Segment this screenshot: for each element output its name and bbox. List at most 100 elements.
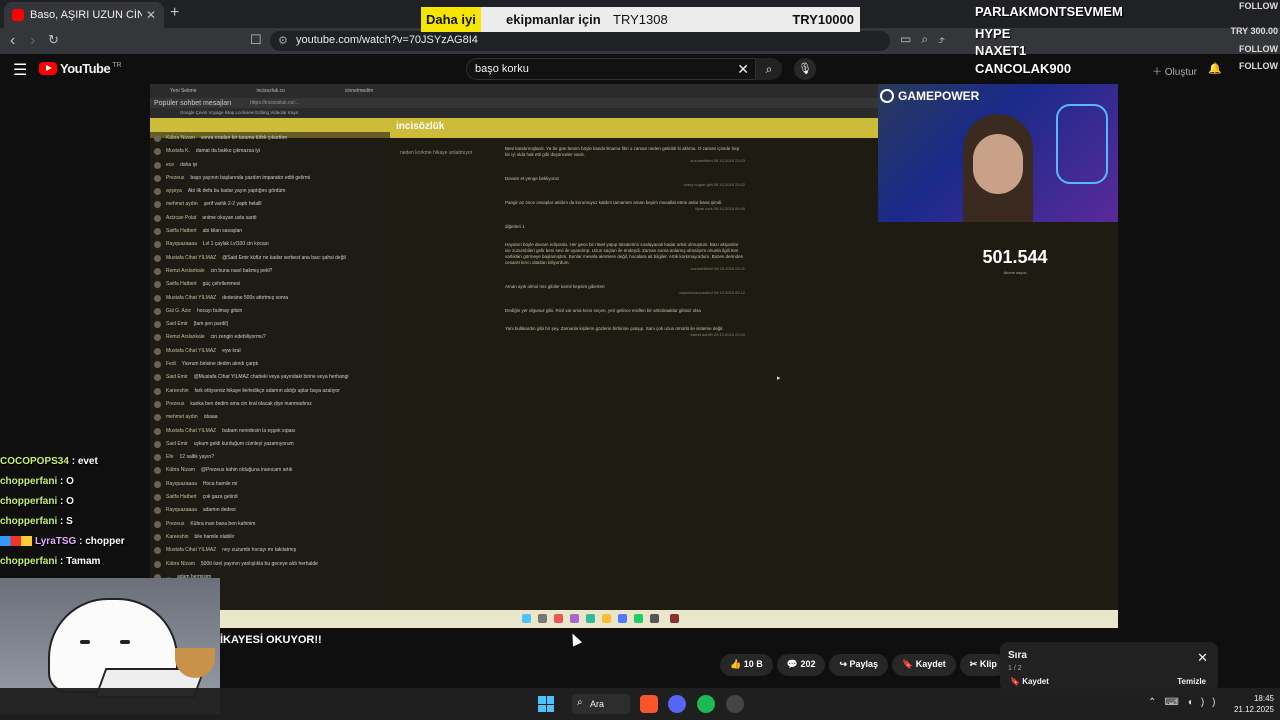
- inner-chat-text: uykum geldi kurduğum cümleyi yazamıyorum: [193, 440, 294, 447]
- share-button[interactable]: ↪ Paylaş: [829, 654, 889, 676]
- inner-chat-text: @Mustafa Cihat YILMAZ chatteki veya yayı…: [193, 374, 349, 381]
- donor-tag: TRY 300.00: [1230, 26, 1278, 36]
- inner-chat-text: sonra oradan bir tarama tüfek çıkarttım: [200, 135, 288, 141]
- inner-chat-text: eyw kral: [222, 347, 241, 354]
- banner-price-a: TRY1308: [613, 12, 668, 27]
- forward-icon[interactable]: ›: [30, 32, 35, 50]
- inner-chat-text: cin buna nasıl bakmış pekl?: [210, 267, 273, 274]
- mouse-cursor-icon: ▸: [777, 375, 781, 382]
- new-tab-button[interactable]: +: [170, 4, 179, 22]
- youtube-logo[interactable]: YouTube TR: [39, 61, 122, 76]
- chat-message: O: [66, 496, 74, 507]
- share-label: Paylaş: [849, 659, 879, 669]
- donor-tag: FOLLOW: [1239, 44, 1278, 54]
- inner-chat-user: Mustafa Cihat YILMAZ: [166, 427, 217, 434]
- inner-chat-message: Mustafa Cihat YILMAZ dedesine 500s attırt…: [150, 292, 390, 305]
- taskbar-search[interactable]: ⌕ Ara: [572, 694, 630, 714]
- youtube-wordmark: YouTube: [60, 61, 111, 76]
- stream-chat-line: chopperfani : O: [0, 496, 74, 507]
- inner-chat-message: Mustafa Cihat YILMAZ eyw kral: [150, 345, 390, 358]
- sozluk-entry: Yani bultikardın gibi bir şey. Zamanla k…: [505, 326, 745, 338]
- url-text: youtube.com/watch?v=70JSYzAG8I4: [296, 34, 478, 46]
- subscriber-counter: 501.544: [982, 247, 1048, 267]
- donor-name: NAXET1: [975, 43, 1027, 58]
- inner-chat-text: hocayı bulmay gitsin: [197, 307, 243, 314]
- tab-title: Baso, AŞIRI UZUN CİNLİ KOR: [30, 9, 142, 21]
- sozluk-logo: incisözlük: [396, 121, 445, 132]
- search-button[interactable]: ⌕: [756, 58, 782, 80]
- tab-close-icon[interactable]: ✕: [146, 8, 156, 22]
- inner-chat-message: Kübra Nizam sonra oradan bir tarama tüfek…: [150, 132, 390, 145]
- brave-icon[interactable]: [640, 695, 658, 713]
- search-input[interactable]: başo korku ✕: [466, 58, 756, 80]
- queue-save-button[interactable]: 🔖 Kaydet: [1010, 677, 1049, 686]
- inner-chat-user: Said Emir: [166, 321, 188, 328]
- windows-start-icon[interactable]: [538, 696, 554, 712]
- system-tray-icons[interactable]: ⌃⌨◖)): [1148, 697, 1224, 708]
- inner-chat-message: Saitfa Hatbert güç çehrilenmesi: [150, 278, 390, 291]
- back-icon[interactable]: ‹: [10, 32, 15, 50]
- inner-chat-message: Prezeus başo yayının başlarında yazdım im…: [150, 172, 390, 185]
- inner-chat-user: mehmet aydın: [166, 201, 198, 208]
- sozluk-entry: Pangir az önce cevaplar atıldım da korum…: [505, 200, 745, 212]
- chat-badges-icon: [0, 536, 32, 547]
- inner-chat-message: Kareeshin fark ettiyseniz hikaye ilerledi…: [150, 385, 390, 398]
- clear-search-icon[interactable]: ✕: [737, 61, 749, 78]
- inner-chat-message: mehmet aydın şerif varlık 2-2 yaptı helal…: [150, 198, 390, 211]
- inner-chat-message: Remzi Arslankale cin zengin edebiliyormu?: [150, 331, 390, 344]
- inner-chat-message: mehmet aydın obaaa: [150, 411, 390, 424]
- banner-highlight: Daha iyi: [421, 7, 481, 32]
- inner-chat-user: Fedi: [166, 361, 176, 368]
- chat-user: chopperfani: [0, 556, 58, 567]
- chat-message: chopper: [85, 536, 125, 547]
- inner-chat-user: Remzi Arslankale: [166, 334, 205, 341]
- gamepower-text: GAMEPOWER: [898, 89, 980, 103]
- streamer-face: [973, 134, 1023, 194]
- chat-message: O: [66, 476, 74, 487]
- site-info-icon[interactable]: ⚙: [278, 34, 288, 47]
- inner-chat-text: cin zengin edebiliyormu?: [210, 334, 266, 341]
- browser-tab[interactable]: Baso, AŞIRI UZUN CİNLİ KOR ✕: [4, 2, 164, 28]
- subscriber-counter-label: Abone sayısı: [1003, 270, 1027, 275]
- save-button[interactable]: 🔖 Kaydet: [892, 654, 956, 676]
- bookmark-icon[interactable]: ☐: [250, 32, 262, 48]
- entry-meta: lilyan rock 06.10.2015 00:00: [694, 206, 745, 211]
- inner-chat-message: Mustafa K. damat da bakko çıkmazsa iyi: [150, 145, 390, 158]
- close-queue-icon[interactable]: ✕: [1197, 650, 1208, 666]
- donor-tag: FOLLOW: [1239, 61, 1278, 71]
- inner-chat-message: Gül G. Aziz hocayı bulmay gitsin: [150, 305, 390, 318]
- chat-message: S: [66, 516, 73, 527]
- inner-chat-user: Mustafa Cihat YILMAZ: [166, 254, 217, 261]
- chat-user: chopperfani: [0, 476, 58, 487]
- like-button[interactable]: 👍 10 B: [720, 654, 773, 676]
- inner-chat-text: damat da bakko çıkmazsa iyi: [195, 148, 261, 155]
- taskbar-clock[interactable]: 18:45 21.12.2025: [1222, 693, 1274, 715]
- taskbar-search-label: Ara: [590, 699, 605, 709]
- entry-text: Dediğin yer olgunuz gibi. Ricil var ama …: [505, 308, 701, 313]
- discord-icon[interactable]: [668, 695, 686, 713]
- donor-name: PARLAKMONTSEVMEM: [975, 4, 1123, 19]
- chat-user: COCOPOPS34: [0, 456, 69, 467]
- entry-meta: zuzumbilebri 06.10.2015 23:53: [690, 158, 745, 163]
- banner-price-b: TRY10000: [792, 12, 854, 27]
- inner-chat-text: Lvl 1 çaylak Lvl100 cin kocası: [202, 241, 269, 248]
- inner-chat-text: şerif varlık 2-2 yaptı helalll: [203, 201, 262, 208]
- popular-chat-title: Popüler sohbet mesajları: [154, 100, 232, 107]
- spotify-icon[interactable]: [697, 695, 715, 713]
- inner-chat-message: Remzi Arslankale cin buna nasıl bakmış pe…: [150, 265, 390, 278]
- neon-sign: [1056, 104, 1108, 184]
- url-field[interactable]: ⚙ youtube.com/watch?v=70JSYzAG8I4: [270, 31, 890, 51]
- inner-chat-user: Kareeshin: [166, 387, 189, 394]
- reload-icon[interactable]: ↻: [48, 32, 59, 48]
- queue-clear-button[interactable]: Temizle: [1177, 677, 1206, 686]
- toolbar-icons[interactable]: ▭⌕⤴: [900, 32, 955, 47]
- voice-search-button[interactable]: 🎙: [794, 58, 816, 80]
- gamepower-icon: [880, 89, 894, 103]
- comments-button[interactable]: 💬 202: [776, 654, 826, 676]
- inner-chat-user: mehmet aydın: [166, 414, 198, 421]
- steam-icon[interactable]: [726, 695, 744, 713]
- inner-chat-user: ayşeya: [166, 188, 182, 195]
- menu-icon[interactable]: ☰: [13, 60, 27, 80]
- inner-chat-message: Mustafa Cihat YILMAZ babam neredesin la e…: [150, 425, 390, 438]
- sozluk-entry: Beni kandırmışlardı. Ya bir gün benim bö…: [505, 146, 745, 164]
